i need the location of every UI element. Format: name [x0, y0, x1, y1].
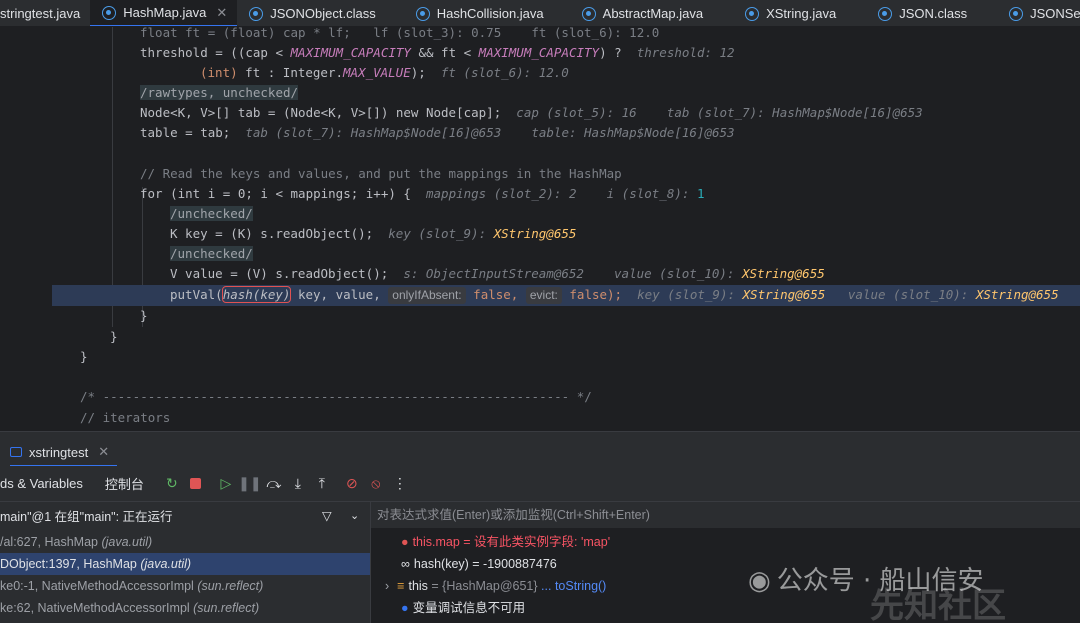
- suppress-annotation: /rawtypes, unchecked/: [140, 85, 299, 100]
- tab-abstractmap[interactable]: AbstractMap.java: [570, 0, 713, 26]
- java-class-icon: [878, 6, 893, 21]
- stack-frames-list: /al:627, HashMap (java.util) DObject:139…: [0, 529, 370, 623]
- error-icon: ●: [401, 535, 409, 549]
- stack-frame[interactable]: /al:627, HashMap (java.util): [0, 531, 370, 553]
- tab-hashcollision[interactable]: HashCollision.java: [404, 0, 554, 26]
- close-icon[interactable]: ✕: [98, 444, 109, 460]
- stack-frame[interactable]: ke0:-1, NativeMethodAccessorImpl (sun.re…: [0, 575, 370, 597]
- highlighted-hash-call: hash(key): [221, 286, 292, 303]
- filter-icon[interactable]: ▽: [322, 508, 332, 523]
- resume-icon[interactable]: ▷: [214, 472, 238, 496]
- close-icon[interactable]: ✕: [216, 5, 227, 21]
- watch-glasses-icon: ∞: [401, 557, 410, 571]
- java-class-icon: [581, 6, 596, 21]
- stack-frame-selected[interactable]: DObject:1397, HashMap (java.util): [0, 553, 370, 575]
- editor-tab-bar: stringtest.java HashMap.java ✕ JSONObject…: [0, 0, 1080, 27]
- tab-jsonserializer[interactable]: JSONSerializer: [997, 0, 1080, 26]
- info-icon: ●: [401, 601, 409, 615]
- variable-item[interactable]: › ≡ this = {HashMap@651} ... toString(): [385, 575, 606, 597]
- thread-selector[interactable]: main"@1 在组"main": 正在运行 ▽ ⌄: [0, 502, 370, 529]
- code-line: }: [140, 308, 148, 323]
- code-line: V value = (V) s.readObject(); s: ObjectI…: [170, 266, 825, 281]
- indent-guide: [112, 27, 113, 327]
- watermark-logo: 先知社区: [870, 586, 1006, 623]
- chevron-down-icon[interactable]: ⌄: [350, 509, 359, 522]
- debug-toolbar: ds & Variables 控制台 ↻ ▷ ❚❚ ⤼ ⤓ ⤒ ⊘ ⦸ ⋮: [0, 466, 1080, 502]
- code-comment: /* -------------------------------------…: [80, 389, 592, 404]
- tab-console[interactable]: 控制台: [105, 474, 144, 493]
- java-class-icon: [249, 6, 264, 21]
- code-line: Node<K, V>[] tab = (Node<K, V>[]) new No…: [140, 105, 923, 120]
- code-line: (int) ft : Integer.MAX_VALUE); ft (slot_…: [200, 65, 569, 80]
- debug-session-tab[interactable]: xstringtest ✕: [10, 439, 118, 467]
- tab-stringtest[interactable]: stringtest.java: [0, 0, 90, 26]
- code-editor[interactable]: float ft = (float) cap * lf; lf (slot_3)…: [0, 27, 1080, 430]
- code-line: }: [110, 329, 118, 344]
- suppress-annotation: /unchecked/: [170, 206, 253, 221]
- evaluate-expression-input[interactable]: 对表达式求值(Enter)或添加监视(Ctrl+Shift+Enter): [371, 502, 1080, 528]
- stack-frame[interactable]: ke:62, NativeMethodAccessorImpl (sun.ref…: [0, 597, 370, 619]
- tab-threads-variables[interactable]: ds & Variables: [0, 476, 83, 491]
- more-icon[interactable]: ⋮: [388, 472, 412, 496]
- tab-jsonobject[interactable]: JSONObject.class: [237, 0, 385, 26]
- watch-item[interactable]: ● this.map = 设有此类实例字段: 'map': [401, 531, 610, 553]
- param-hint: evict:: [525, 287, 562, 304]
- debug-icon: [10, 447, 22, 457]
- java-class-icon: [1009, 6, 1024, 21]
- code-line: K key = (K) s.readObject(); key (slot_9)…: [170, 226, 577, 241]
- suppress-annotation: /unchecked/: [170, 246, 253, 261]
- wechat-icon: ◉: [748, 566, 771, 596]
- pause-icon[interactable]: ❚❚: [238, 472, 262, 496]
- step-into-icon[interactable]: ⤓: [286, 472, 310, 496]
- param-hint: onlyIfAbsent:: [388, 287, 466, 304]
- info-item: ● 变量调试信息不可用: [401, 601, 526, 615]
- java-class-icon: [745, 6, 760, 21]
- code-line: }: [80, 349, 88, 364]
- view-breakpoints-icon[interactable]: ⊘: [340, 472, 364, 496]
- code-line: float ft = (float) cap * lf; lf (slot_3)…: [140, 27, 660, 40]
- code-line: threshold = ((cap < MAXIMUM_CAPACITY && …: [140, 45, 735, 60]
- debug-tool-window-header: xstringtest ✕: [0, 431, 1080, 467]
- code-line-current: putVal(hash(key) key, value, onlyIfAbsen…: [170, 286, 1059, 304]
- code-comment: // iterators: [80, 410, 171, 425]
- field-icon: ≡: [397, 579, 405, 593]
- tab-json[interactable]: JSON.class: [866, 0, 977, 26]
- rerun-icon[interactable]: ↻: [160, 472, 184, 496]
- tab-xstring[interactable]: XString.java: [733, 0, 846, 26]
- code-comment: // Read the keys and values, and put the…: [140, 166, 622, 181]
- step-out-icon[interactable]: ⤒: [310, 472, 334, 496]
- code-line: for (int i = 0; i < mappings; i++) { map…: [140, 186, 705, 201]
- java-class-icon: [102, 5, 117, 20]
- mute-breakpoints-icon[interactable]: ⦸: [364, 472, 388, 496]
- tab-hashmap[interactable]: HashMap.java ✕: [90, 0, 238, 26]
- step-over-icon[interactable]: ⤼: [262, 472, 286, 496]
- chevron-right-icon[interactable]: ›: [385, 579, 389, 593]
- stop-icon[interactable]: [184, 472, 208, 496]
- java-class-icon: [415, 6, 430, 21]
- tostring-link[interactable]: ... toString(): [541, 579, 606, 593]
- code-line: table = tab; tab (slot_7): HashMap$Node[…: [140, 125, 735, 140]
- watch-item[interactable]: ∞ hash(key) = -1900887476: [401, 553, 557, 575]
